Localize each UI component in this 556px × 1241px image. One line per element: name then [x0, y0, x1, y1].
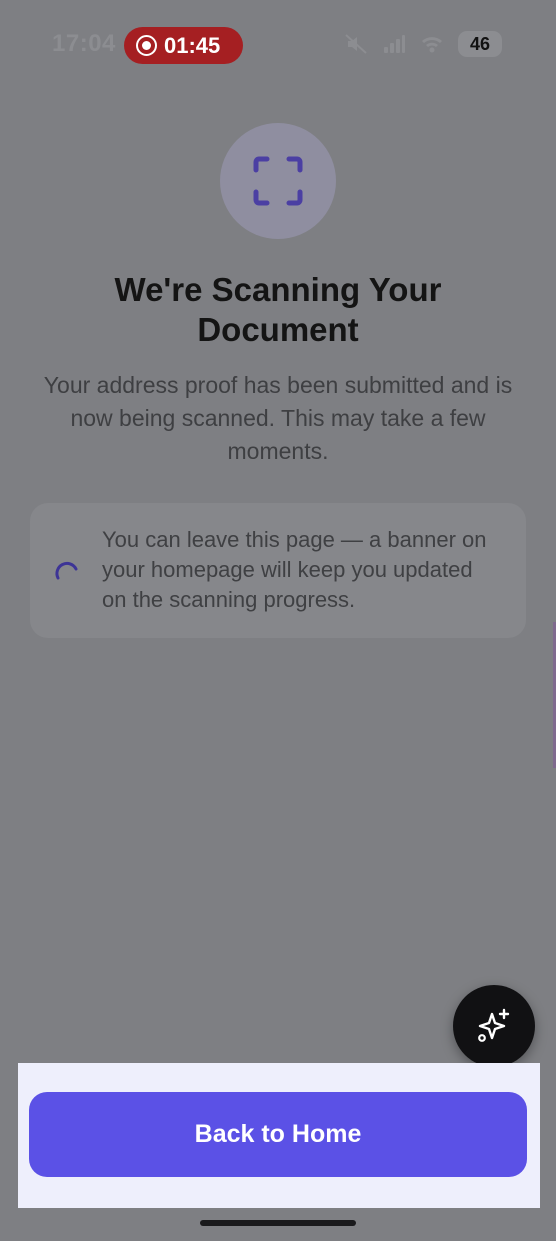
page-subtitle: Your address proof has been submitted an…: [43, 372, 513, 464]
sparkles-icon: [478, 1008, 510, 1042]
bottom-action-bar: Back to Home: [18, 1063, 540, 1208]
recording-time: 01:45: [164, 33, 221, 58]
loading-spinner-icon: [55, 561, 78, 580]
back-to-home-button[interactable]: Back to Home: [29, 1092, 527, 1177]
scan-progress-notice: You can leave this page — a banner on yo…: [30, 503, 526, 638]
scanning-screen: 17:04 01:45 46 We're Scanning Your Docum…: [0, 0, 556, 1241]
ai-assistant-button[interactable]: [453, 985, 535, 1067]
scan-icon-badge: [220, 123, 336, 239]
home-indicator[interactable]: [200, 1220, 356, 1226]
scan-progress-message: You can leave this page — a banner on yo…: [102, 527, 487, 612]
status-time: 17:04: [52, 30, 116, 57]
wifi-icon: [422, 37, 442, 53]
battery-icon: 46: [458, 31, 502, 57]
screen-recording-indicator[interactable]: 01:45: [124, 27, 243, 64]
status-icons: 46: [344, 31, 502, 57]
scan-frame-icon: [253, 156, 303, 206]
page-title: We're Scanning Your Document: [114, 271, 442, 348]
mute-icon: [345, 34, 367, 54]
status-bar: 17:04 01:45 46: [0, 0, 556, 90]
signal-icon: [384, 35, 405, 53]
record-icon: [136, 35, 157, 56]
battery-level: 46: [469, 34, 491, 54]
